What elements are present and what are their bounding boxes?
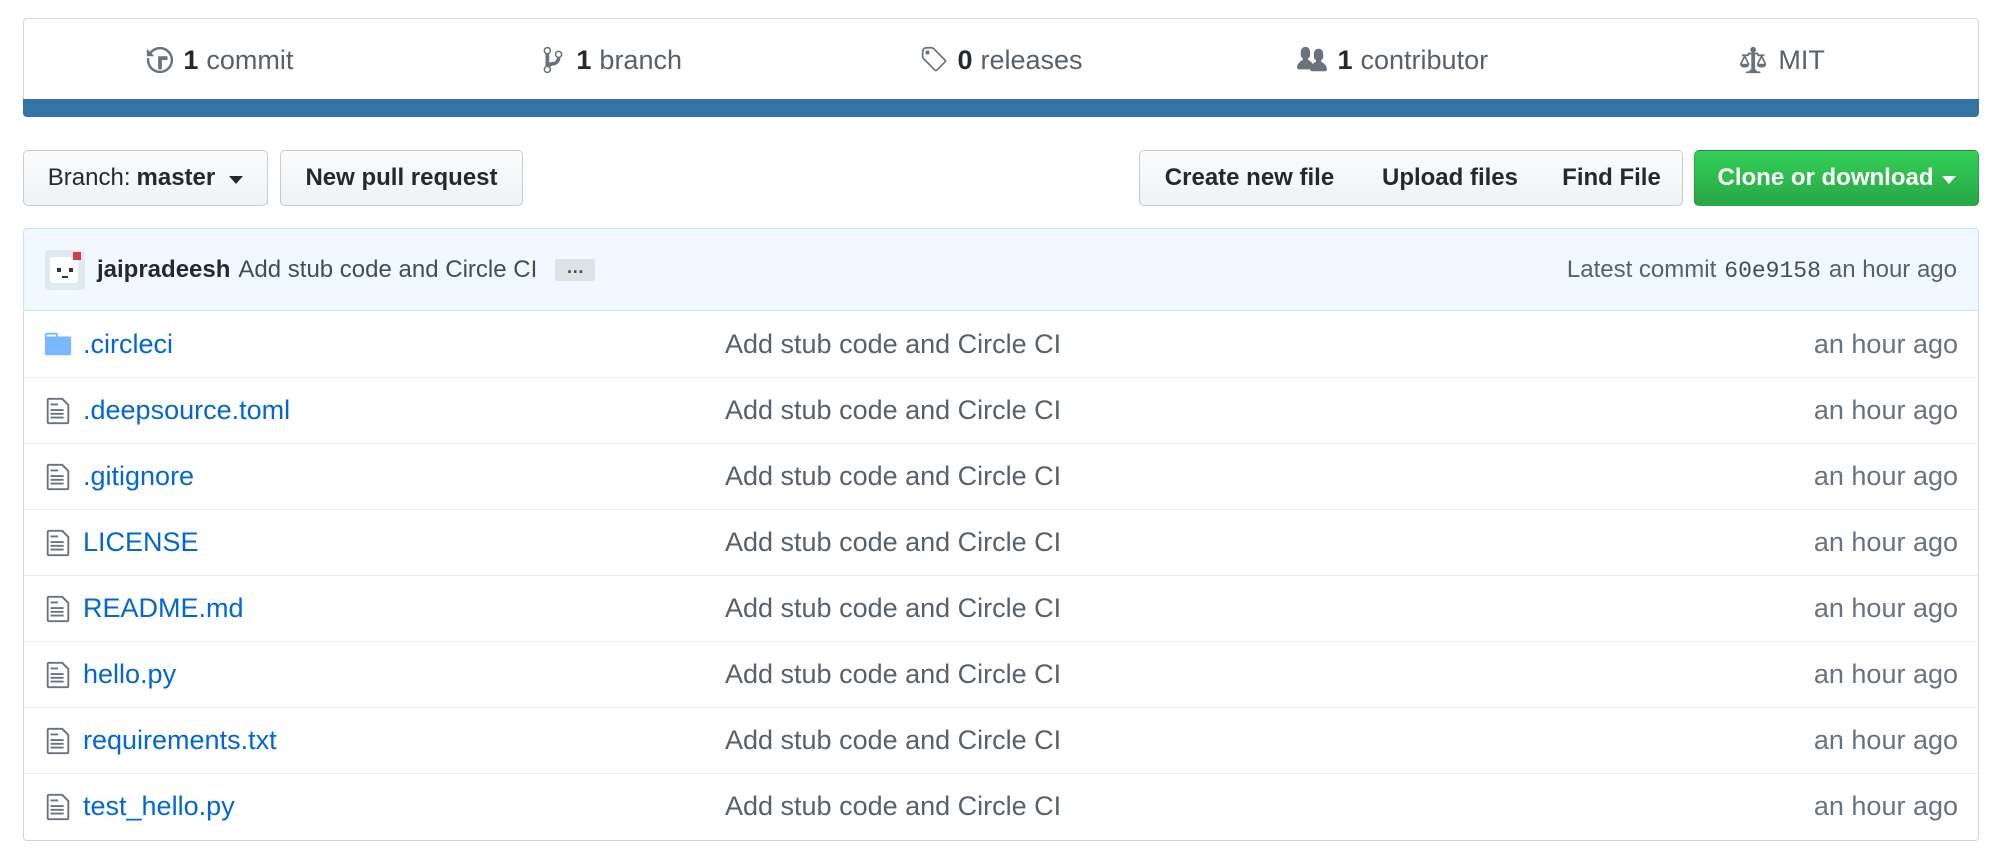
find-file-button[interactable]: Find File [1541, 150, 1683, 206]
file-row[interactable]: README.md Add stub code and Circle CI an… [24, 575, 1978, 641]
file-age: an hour ago [1813, 328, 1958, 359]
file-row[interactable]: test_hello.py Add stub code and Circle C… [24, 773, 1978, 839]
file-age: an hour ago [1813, 659, 1958, 689]
commits-label: commit [206, 44, 294, 75]
releases-summary[interactable]: 0 releases [806, 19, 1197, 99]
branches-count: 1 [576, 44, 592, 75]
file-icon [46, 595, 70, 623]
file-commit-message[interactable]: Add stub code and Circle CI [725, 395, 1061, 426]
file-icon [46, 661, 70, 689]
branch-name: master [136, 164, 216, 191]
file-age: an hour ago [1813, 395, 1958, 425]
license-label: MIT [1778, 44, 1825, 75]
file-list: .circleci Add stub code and Circle CI an… [23, 311, 1979, 841]
folder-icon [44, 332, 72, 356]
file-commit-message[interactable]: Add stub code and Circle CI [725, 791, 1061, 822]
latest-commit-info: Latest commit 60e9158 an hour ago [1567, 256, 1957, 284]
file-name[interactable]: LICENSE [83, 527, 199, 558]
branches-label: branch [599, 44, 682, 75]
commit-author[interactable]: jaipradeesh [97, 256, 230, 284]
file-commit-message[interactable]: Add stub code and Circle CI [725, 593, 1061, 624]
people-icon [1297, 46, 1328, 72]
law-icon [1740, 46, 1767, 74]
file-commit-message[interactable]: Add stub code and Circle CI [725, 659, 1061, 690]
branch-prefix: Branch: [47, 164, 131, 191]
commit-sha[interactable]: 60e9158 [1724, 258, 1821, 284]
file-row[interactable]: .circleci Add stub code and Circle CI an… [24, 311, 1978, 377]
avatar-eye [69, 267, 73, 272]
file-icon [46, 463, 70, 491]
contributors-count: 1 [1337, 44, 1353, 75]
file-commit-message[interactable]: Add stub code and Circle CI [725, 329, 1061, 360]
latest-commit-bar: jaipradeesh Add stub code and Circle CI … [23, 228, 1979, 311]
file-commit-message[interactable]: Add stub code and Circle CI [725, 527, 1061, 558]
file-row[interactable]: requirements.txt Add stub code and Circl… [24, 707, 1978, 773]
clone-or-download-label: Clone or download [1717, 164, 1934, 191]
file-name[interactable]: hello.py [83, 659, 176, 690]
file-icon [46, 529, 70, 557]
file-age: an hour ago [1813, 461, 1958, 491]
git-branch-icon [544, 46, 563, 74]
file-name[interactable]: README.md [83, 593, 244, 624]
file-name[interactable]: test_hello.py [83, 791, 235, 822]
clone-or-download-button[interactable]: Clone or download [1694, 150, 1979, 206]
avatar-mouth [62, 275, 68, 278]
file-name[interactable]: .gitignore [83, 461, 194, 492]
file-name[interactable]: requirements.txt [83, 725, 277, 756]
upload-files-button[interactable]: Upload files [1359, 150, 1542, 206]
file-commit-message[interactable]: Add stub code and Circle CI [725, 725, 1061, 756]
file-icon [46, 397, 70, 425]
releases-count: 0 [957, 44, 973, 75]
file-age: an hour ago [1813, 593, 1958, 623]
file-icon [46, 727, 70, 755]
repo-summary: 1 commit 1 branch 0 releases 1 contribut… [23, 18, 1979, 99]
avatar-flag [73, 251, 81, 260]
file-age: an hour ago [1813, 527, 1958, 557]
releases-label: releases [980, 44, 1083, 75]
contributors-label: contributor [1360, 44, 1489, 75]
file-row[interactable]: LICENSE Add stub code and Circle CI an h… [24, 509, 1978, 575]
language-bar[interactable] [23, 99, 1979, 117]
commit-age: an hour ago [1828, 255, 1957, 283]
contributors-summary[interactable]: 1 contributor [1196, 19, 1587, 99]
commits-count: 1 [183, 44, 199, 75]
caret-down-icon [1941, 175, 1956, 184]
history-icon [147, 46, 174, 74]
file-commit-message[interactable]: Add stub code and Circle CI [725, 461, 1061, 492]
latest-commit-prefix: Latest commit [1566, 255, 1717, 283]
expand-commit-message-button[interactable]: … [555, 258, 596, 281]
caret-down-icon [229, 175, 244, 184]
file-row[interactable]: .deepsource.toml Add stub code and Circl… [24, 377, 1978, 443]
create-new-file-button[interactable]: Create new file [1139, 150, 1360, 206]
license-summary[interactable]: MIT [1587, 19, 1978, 99]
commits-summary[interactable]: 1 commit [24, 19, 415, 99]
new-pull-request-button[interactable]: New pull request [280, 150, 523, 206]
file-name[interactable]: .circleci [83, 329, 173, 360]
branch-select-button[interactable]: Branch: master [23, 150, 268, 206]
file-row[interactable]: hello.py Add stub code and Circle CI an … [24, 641, 1978, 707]
avatar-eye [57, 267, 61, 272]
file-age: an hour ago [1813, 725, 1958, 755]
branches-summary[interactable]: 1 branch [415, 19, 806, 99]
file-age: an hour ago [1813, 791, 1958, 821]
file-row[interactable]: .gitignore Add stub code and Circle CI a… [24, 443, 1978, 509]
avatar[interactable] [45, 249, 85, 290]
avatar-face [50, 256, 78, 283]
commit-message[interactable]: Add stub code and Circle CI [238, 256, 537, 284]
tag-icon [922, 46, 947, 72]
file-icon [46, 793, 70, 821]
file-name[interactable]: .deepsource.toml [83, 395, 290, 426]
